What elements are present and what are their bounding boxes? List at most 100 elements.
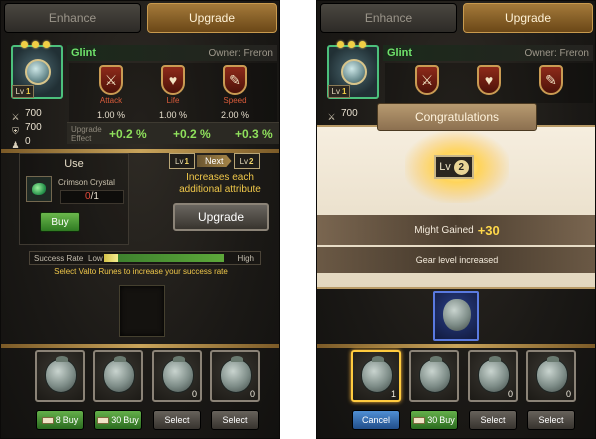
upgrade-effect-row: Upgrade Effect +0.2 % +0.2 % +0.3 %	[67, 122, 279, 144]
scroll-icon	[97, 416, 110, 424]
rune-slot[interactable]: 0	[526, 350, 576, 402]
use-section: Use Crimson Crystal 0/1 Buy	[19, 153, 129, 245]
cancel-rune-button[interactable]: Cancel	[352, 410, 400, 430]
crystal-icon	[32, 183, 46, 195]
attribute-box: ⚔ Attack 1.00 % ♥ Life 1.00 % ✎ Speed 2.…	[69, 63, 277, 123]
success-hint: Select Valto Runes to increase your succ…	[54, 267, 228, 276]
rune-stone-icon	[419, 356, 451, 393]
rune-button-label: Select	[480, 415, 506, 425]
rune-button-label: Buy	[62, 415, 79, 425]
attribute-box: ⚔ ♥ ✎	[385, 63, 593, 103]
rune-button-label: Select	[222, 415, 248, 425]
new-level-badge: Lv 2	[434, 155, 474, 179]
rune-stone-icon	[536, 356, 568, 393]
attribute-speed: ✎	[523, 65, 579, 95]
next-arrow: Next	[197, 155, 232, 167]
upgrade-panel-after: Enhance Upgrade Lv 1 Glint Owner: Freron …	[316, 0, 596, 439]
success-fill	[104, 254, 119, 262]
current-level-icon: Lv 1	[169, 153, 195, 169]
rune-button-label: Select	[164, 415, 190, 425]
rune-count: 1	[390, 389, 396, 399]
upgrade-button[interactable]: Upgrade	[173, 203, 269, 231]
attribute-life: ♥	[461, 65, 517, 95]
effect-speed: +0.3 %	[235, 127, 273, 141]
rune-count: 0	[249, 389, 255, 399]
rune-cost: 30	[111, 415, 122, 425]
buy-rune-button[interactable]: 30 Buy	[410, 410, 458, 430]
select-rune-button[interactable]: Select	[527, 410, 575, 430]
attribute-speed: ✎ Speed 2.00 %	[207, 65, 263, 120]
tab-enhance[interactable]: Enhance	[4, 3, 141, 33]
stat-attack: ⚔ 700	[327, 108, 358, 122]
feather-icon: ✎	[223, 65, 247, 95]
upgrade-panel-before: Enhance Upgrade Lv 1 Glint Owner: Freron …	[0, 0, 280, 439]
heart-icon: ♥	[477, 65, 501, 95]
shield-icon: ⛨	[12, 125, 19, 136]
rune-slot[interactable]: 0	[210, 350, 260, 402]
divider	[317, 344, 595, 348]
crystal-slot[interactable]	[26, 176, 52, 202]
congratulations-banner: Congratulations	[377, 103, 537, 131]
gear-stats: ⚔ 700	[327, 107, 358, 122]
rune-stone-icon	[103, 356, 135, 393]
crossed-swords-icon: ⚔	[415, 65, 439, 95]
select-rune-button[interactable]: Select	[153, 410, 201, 430]
upgrade-effect-label: Upgrade Effect	[71, 125, 102, 143]
heart-icon: ♥	[161, 65, 185, 95]
scroll-icon	[413, 416, 426, 424]
stat-other: ♟ 0	[11, 136, 31, 150]
effect-life: +0.2 %	[173, 127, 211, 141]
gear-stats: ⚔ 700 ⛨ 700 ♟ 0	[11, 107, 42, 150]
attribute-attack: ⚔	[399, 65, 455, 95]
next-level-icon: Lv 2	[233, 153, 260, 169]
next-level-description: Increases each additional attribute	[179, 172, 261, 195]
gear-level-message: Gear level increased	[317, 247, 595, 273]
rune-button-label: Buy	[439, 415, 455, 425]
buy-rune-button[interactable]: 30 Buy	[94, 410, 142, 430]
rune-slot[interactable]: 1	[351, 350, 401, 402]
tab-upgrade[interactable]: Upgrade	[463, 3, 593, 33]
rune-count: 0	[507, 389, 513, 399]
rune-slot[interactable]	[35, 350, 85, 402]
buy-crystal-button[interactable]: Buy	[40, 212, 80, 232]
tab-enhance[interactable]: Enhance	[320, 3, 457, 33]
success-track	[104, 254, 224, 262]
rune-slot[interactable]: 0	[468, 350, 518, 402]
rune-cost: 8	[55, 415, 61, 425]
might-gained: Might Gained +30	[317, 215, 595, 245]
buy-rune-button[interactable]: 8 Buy	[36, 410, 84, 430]
gear-name-bar: Glint Owner: Freron	[67, 45, 277, 61]
rune-button-label: Buy	[123, 415, 139, 425]
tab-upgrade[interactable]: Upgrade	[147, 3, 277, 33]
gear-owner: Owner: Freron	[208, 47, 273, 59]
effect-attack: +0.2 %	[109, 127, 147, 141]
gear-name-bar: Glint Owner: Freron	[383, 45, 593, 61]
gear-owner: Owner: Freron	[524, 47, 589, 59]
sword-icon: ⚔	[11, 111, 20, 122]
boot-icon: ♟	[11, 139, 20, 150]
select-rune-button[interactable]: Select	[211, 410, 259, 430]
rune-button-label: Select	[538, 415, 564, 425]
crossed-swords-icon: ⚔	[99, 65, 123, 95]
use-title: Use	[64, 158, 84, 170]
rune-slot[interactable]	[93, 350, 143, 402]
rune-slot[interactable]: 0	[152, 350, 202, 402]
stat-defense: ⛨ 700	[12, 122, 42, 136]
select-rune-button[interactable]: Select	[469, 410, 517, 430]
gear-level-badge: Lv 1	[12, 85, 34, 98]
congratulations-dialog: Lv 2 Might Gained +30 Gear level increased	[317, 125, 595, 289]
gear-name: Glint	[71, 47, 97, 59]
rune-cost: 30	[427, 415, 438, 425]
star-rating	[21, 41, 50, 48]
attribute-life: ♥ Life 1.00 %	[145, 65, 201, 120]
rune-drop-slot[interactable]	[119, 285, 165, 337]
selected-rune-slot[interactable]	[433, 291, 479, 341]
scroll-icon	[41, 416, 54, 424]
rune-stone-icon	[443, 299, 471, 331]
crystal-name: Crimson Crystal	[58, 178, 115, 187]
rune-stone-icon	[478, 356, 510, 393]
rune-stone-icon	[361, 356, 393, 393]
rune-slot[interactable]	[409, 350, 459, 402]
gear-level-badge: Lv 1	[328, 85, 350, 98]
rune-button-label: Cancel	[361, 415, 390, 425]
